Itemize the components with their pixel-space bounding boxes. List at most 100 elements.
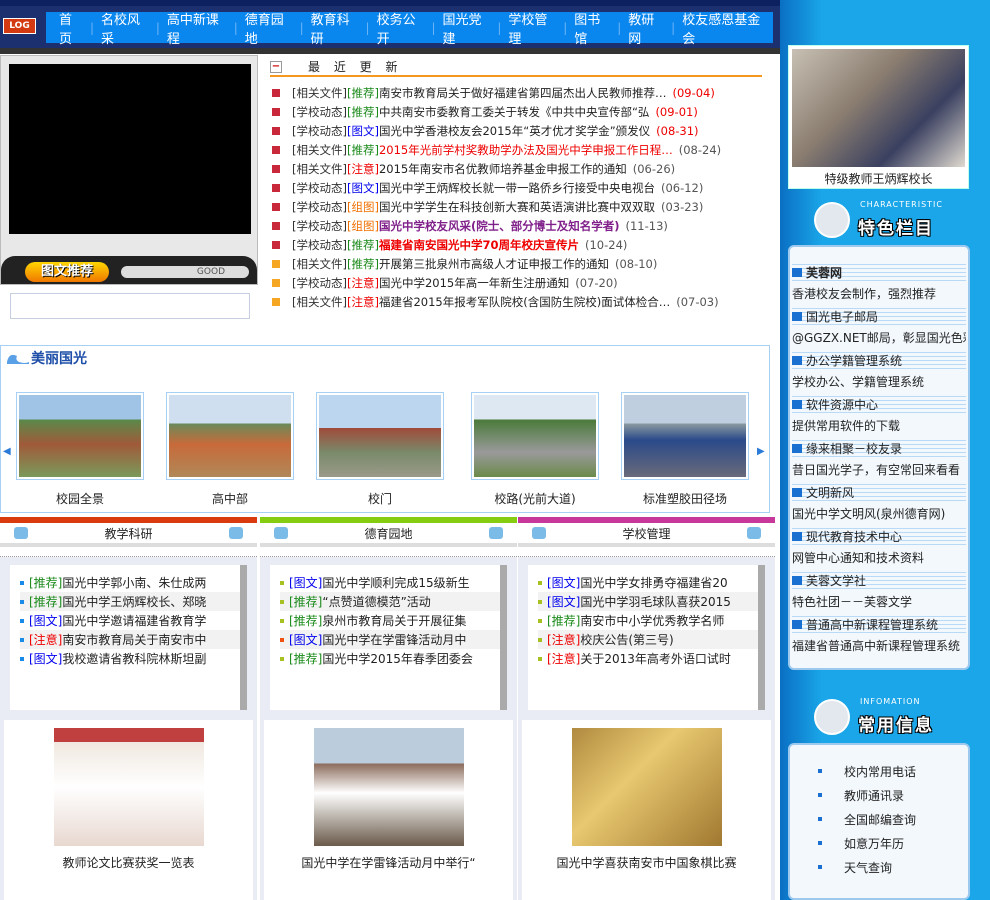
- news-title-link[interactable]: 国光中学校友风采(院士、部分博士及知名学者): [379, 218, 620, 234]
- column-list-item[interactable]: [图文] 国光中学邀请福建省教育学: [20, 611, 240, 630]
- scenery-caption[interactable]: 校路(光前大道): [471, 490, 599, 507]
- item-title-link[interactable]: 校庆公告(第三号): [580, 631, 673, 648]
- featured-title[interactable]: 芙蓉文学社: [806, 572, 866, 589]
- news-category[interactable]: [学校动态]: [292, 237, 347, 253]
- nav-item[interactable]: 校务公开: [370, 9, 432, 47]
- news-item[interactable]: [学校动态] [推荐] 中共南安市委教育工委关于转发《中共中央宣传部“弘 (09-01…: [270, 102, 762, 121]
- scenery-image[interactable]: [169, 395, 291, 477]
- column-list-item[interactable]: [图文] 国光中学女排勇夺福建省20: [538, 573, 758, 592]
- nav-item[interactable]: 学校管理: [501, 9, 563, 47]
- featured-title[interactable]: 普通高中新课程管理系统: [806, 616, 938, 633]
- scenery-image[interactable]: [474, 395, 596, 477]
- news-title-link[interactable]: 国光中学学生在科技创新大赛和英语演讲比赛中双双取: [379, 199, 655, 215]
- column-title[interactable]: 教学科研: [104, 525, 152, 542]
- nav-item[interactable]: 教研网: [621, 9, 671, 47]
- news-category[interactable]: [学校动态]: [292, 104, 347, 120]
- principal-photo[interactable]: 特级教师王炳辉校长: [788, 45, 969, 189]
- news-title-link[interactable]: 中共南安市委教育工委关于转发《中共中央宣传部“弘: [379, 104, 649, 120]
- news-item[interactable]: [相关文件] [推荐] 2015年光前学村奖教助学办法及国光中学申报工作日程… (08…: [270, 140, 762, 159]
- info-link[interactable]: 天气查询: [790, 855, 968, 879]
- info-label[interactable]: 全国邮编查询: [844, 811, 916, 828]
- featured-title[interactable]: 国光电子邮局: [806, 308, 878, 325]
- login-button[interactable]: LOG: [3, 18, 36, 34]
- video-screen[interactable]: [9, 64, 251, 234]
- scenery-image[interactable]: [624, 395, 746, 477]
- news-item[interactable]: [学校动态] [推荐] 福建省南安国光中学70周年校庆宣传片 (10-24): [270, 235, 762, 254]
- news-title-link[interactable]: 国光中学2015年高一年新生注册通知: [379, 275, 569, 291]
- news-item[interactable]: [学校动态] [图文] 国光中学王炳辉校长就一带一路侨乡行接受中央电视台 (06-12…: [270, 178, 762, 197]
- news-title-link[interactable]: 南安市教育局关于做好福建省第四届杰出人民教师推荐…: [379, 85, 667, 101]
- column-list-item[interactable]: [图文] 我校邀请省教科院林斯坦副: [20, 649, 240, 668]
- principal-image[interactable]: [792, 49, 965, 167]
- featured-title[interactable]: 现代教育技术中心: [806, 528, 902, 545]
- featured-title[interactable]: 芙蓉网: [806, 264, 842, 281]
- column-list-item[interactable]: [推荐] 国光中学郭小南、朱仕成两: [20, 573, 240, 592]
- nav-item[interactable]: 首页: [52, 9, 90, 47]
- news-category[interactable]: [学校动态]: [292, 199, 347, 215]
- news-item[interactable]: [相关文件] [注意] 2015年南安市名优教师培养基金申报工作的通知 (06-26): [270, 159, 762, 178]
- featured-title[interactable]: 缘来相聚－校友录: [806, 440, 902, 457]
- info-label[interactable]: 天气查询: [844, 859, 892, 876]
- item-title-link[interactable]: 关于2013年高考外语口试时: [580, 650, 731, 667]
- column-list-item[interactable]: [注意] 校庆公告(第三号): [538, 630, 758, 649]
- scenery-photo[interactable]: 标准塑胶田径场: [621, 392, 749, 507]
- news-category[interactable]: [相关文件]: [292, 142, 347, 158]
- nav-item[interactable]: 图书馆: [567, 9, 617, 47]
- scenery-photo[interactable]: 校门: [316, 392, 444, 507]
- item-title-link[interactable]: 南安市教育局关于南安市中: [62, 631, 206, 648]
- news-item[interactable]: [相关文件] [推荐] 南安市教育局关于做好福建省第四届杰出人民教师推荐… (09-0…: [270, 83, 762, 102]
- scenery-photo[interactable]: 校园全景: [16, 392, 144, 507]
- column-picture[interactable]: 国光中学喜获南安市中国象棋比赛: [522, 720, 771, 900]
- featured-link[interactable]: 国光电子邮局: [792, 305, 966, 327]
- info-label[interactable]: 如意万年历: [844, 835, 904, 852]
- collapse-icon[interactable]: −: [270, 60, 282, 73]
- news-title-link[interactable]: 国光中学王炳辉校长就一带一路侨乡行接受中央电视台: [379, 180, 655, 196]
- scenery-image[interactable]: [19, 395, 141, 477]
- column-picture-caption[interactable]: 教师论文比赛获奖一览表: [4, 854, 253, 871]
- item-title-link[interactable]: 南安市中小学优秀教学名师: [580, 612, 724, 629]
- item-title-link[interactable]: 国光中学羽毛球队喜获2015: [580, 593, 731, 610]
- scroll-right-arrow[interactable]: ▶: [757, 446, 765, 457]
- column-title[interactable]: 学校管理: [622, 525, 670, 542]
- column-list-item[interactable]: [图文] 国光中学在学雷锋活动月中: [280, 630, 500, 649]
- featured-link[interactable]: 芙蓉网: [792, 261, 966, 283]
- info-label[interactable]: 校内常用电话: [844, 763, 916, 780]
- column-list-item[interactable]: [注意] 南安市教育局关于南安市中: [20, 630, 240, 649]
- item-title-link[interactable]: 国光中学在学雷锋活动月中: [322, 631, 466, 648]
- column-picture-caption[interactable]: 国光中学喜获南安市中国象棋比赛: [522, 854, 771, 871]
- info-link[interactable]: 教师通讯录: [790, 783, 968, 807]
- news-title-link[interactable]: 开展第三批泉州市高级人才证申报工作的通知: [379, 256, 609, 272]
- column-picture-caption[interactable]: 国光中学在学雷锋活动月中举行“: [264, 854, 513, 871]
- scenery-caption[interactable]: 高中部: [166, 490, 294, 507]
- scenery-caption[interactable]: 标准塑胶田径场: [621, 490, 749, 507]
- item-title-link[interactable]: 国光中学顺利完成15级新生: [322, 574, 469, 591]
- column-list-item[interactable]: [推荐] “点赞道德模范”活动: [280, 592, 500, 611]
- tab-picture-recommend[interactable]: 图文推荐: [25, 262, 109, 282]
- news-category[interactable]: [相关文件]: [292, 294, 347, 310]
- scroll-left-arrow[interactable]: ◀: [3, 446, 11, 457]
- column-list-item[interactable]: [推荐] 国光中学王炳辉校长、郑晓: [20, 592, 240, 611]
- nav-item[interactable]: 德育园地: [238, 9, 300, 47]
- featured-title[interactable]: 文明新风: [806, 484, 854, 501]
- item-title-link[interactable]: 国光中学2015年春季团委会: [322, 650, 473, 667]
- column-list-item[interactable]: [图文] 国光中学顺利完成15级新生: [280, 573, 500, 592]
- info-link[interactable]: 如意万年历: [790, 831, 968, 855]
- scenery-photo[interactable]: 高中部: [166, 392, 294, 507]
- scenery-caption[interactable]: 校门: [316, 490, 444, 507]
- featured-link[interactable]: 普通高中新课程管理系统: [792, 613, 966, 635]
- item-title-link[interactable]: “点赞道德模范”活动: [322, 593, 430, 610]
- news-category[interactable]: [相关文件]: [292, 161, 347, 177]
- featured-link[interactable]: 缘来相聚－校友录: [792, 437, 966, 459]
- video-player[interactable]: 图文推荐 GOOD: [0, 55, 258, 285]
- item-title-link[interactable]: 我校邀请省教科院林斯坦副: [62, 650, 206, 667]
- news-category[interactable]: [相关文件]: [292, 85, 347, 101]
- column-title[interactable]: 德育园地: [364, 525, 412, 542]
- column-list-item[interactable]: [注意] 关于2013年高考外语口试时: [538, 649, 758, 668]
- item-title-link[interactable]: 国光中学郭小南、朱仕成两: [62, 574, 206, 591]
- column-list-item[interactable]: [推荐] 南安市中小学优秀教学名师: [538, 611, 758, 630]
- nav-item[interactable]: 高中新课程: [160, 9, 234, 47]
- item-title-link[interactable]: 国光中学女排勇夺福建省20: [580, 574, 727, 591]
- news-item[interactable]: [相关文件] [推荐] 开展第三批泉州市高级人才证申报工作的通知 (08-10): [270, 254, 762, 273]
- scenery-caption[interactable]: 校园全景: [16, 490, 144, 507]
- column-list-item[interactable]: [推荐] 泉州市教育局关于开展征集: [280, 611, 500, 630]
